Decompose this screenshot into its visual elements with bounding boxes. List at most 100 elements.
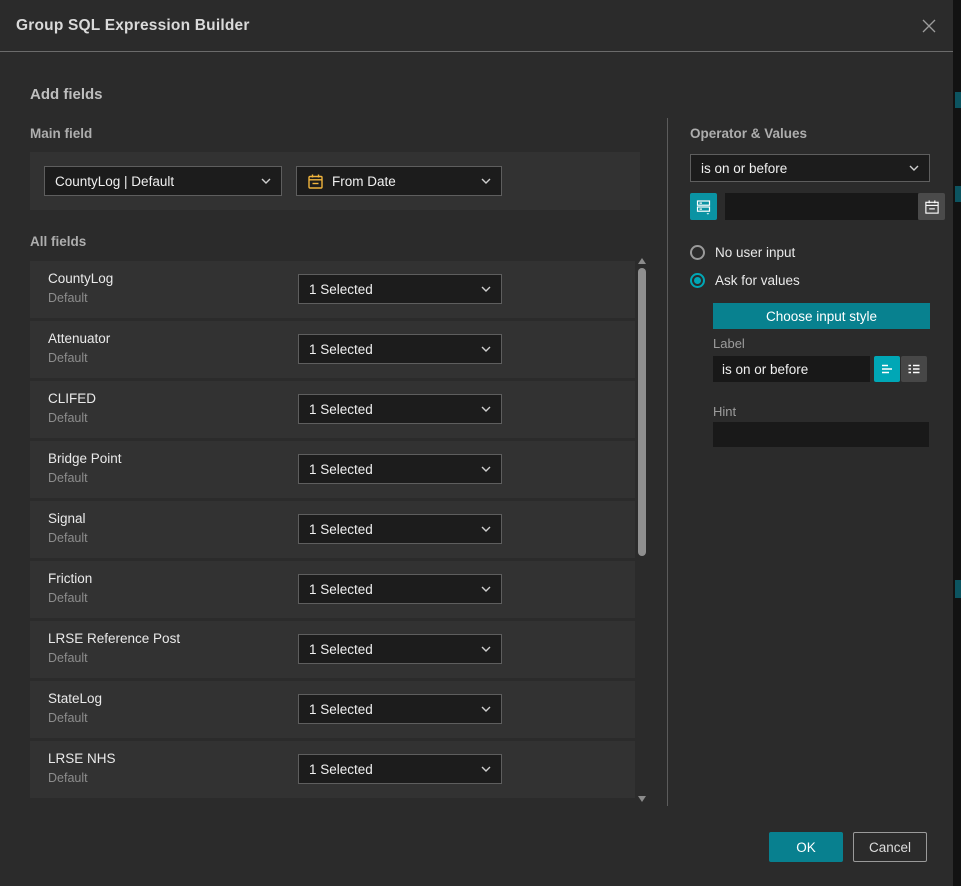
field-name: LRSE NHS: [48, 751, 116, 766]
field-subtitle: Default: [48, 291, 88, 305]
chevron-down-icon: [481, 178, 491, 184]
field-row: Friction Default 1 Selected: [30, 561, 635, 618]
chevron-down-icon: [481, 406, 491, 412]
value-source-stack-icon: [695, 198, 712, 215]
chevron-down-icon: [481, 526, 491, 532]
multi-value-style-toggle[interactable]: [901, 356, 927, 382]
field-name: CountyLog: [48, 271, 113, 286]
field-row: LRSE NHS Default 1 Selected: [30, 741, 635, 798]
chevron-down-icon: [481, 346, 491, 352]
choose-input-style-button[interactable]: Choose input style: [713, 303, 930, 329]
main-field-source-value: CountyLog | Default: [55, 174, 253, 189]
background-fragment: [955, 92, 961, 108]
calendar-icon: [924, 199, 940, 215]
field-name: CLIFED: [48, 391, 96, 406]
radio-checked-icon: [690, 273, 705, 288]
field-name: Friction: [48, 571, 92, 586]
main-field-field-select[interactable]: From Date: [296, 166, 502, 196]
label-input[interactable]: [713, 356, 870, 382]
radio-no-user-input-label: No user input: [715, 245, 795, 260]
label-row: [713, 356, 930, 382]
field-row: Signal Default 1 Selected: [30, 501, 635, 558]
ok-button[interactable]: OK: [769, 832, 843, 862]
value-input[interactable]: [725, 193, 918, 220]
value-source-button[interactable]: [690, 193, 717, 220]
chevron-down-icon: [481, 586, 491, 592]
operator-value: is on or before: [701, 161, 901, 176]
radio-icon: [690, 245, 705, 260]
field-row: Attenuator Default 1 Selected: [30, 321, 635, 378]
main-field-field-value: From Date: [332, 174, 473, 189]
field-selection-select[interactable]: 1 Selected: [298, 754, 502, 784]
field-selection-select[interactable]: 1 Selected: [298, 634, 502, 664]
operator-select[interactable]: is on or before: [690, 154, 930, 182]
field-row: LRSE Reference Post Default 1 Selected: [30, 621, 635, 678]
value-calendar-button[interactable]: [918, 193, 945, 220]
field-selection-value: 1 Selected: [309, 342, 473, 357]
scroll-up-arrow-icon[interactable]: [638, 258, 646, 264]
main-field-source-select[interactable]: CountyLog | Default: [44, 166, 282, 196]
field-selection-value: 1 Selected: [309, 522, 473, 537]
chevron-down-icon: [261, 178, 271, 184]
chevron-down-icon: [909, 165, 919, 171]
group-sql-expression-builder-dialog: Group SQL Expression Builder Add fields …: [0, 0, 953, 886]
all-fields-list: CountyLog Default 1 Selected Attenuator …: [30, 261, 635, 798]
close-button[interactable]: [917, 14, 941, 38]
value-row: [690, 193, 930, 220]
field-subtitle: Default: [48, 591, 88, 605]
field-row: CLIFED Default 1 Selected: [30, 381, 635, 438]
background-fragment: [955, 186, 961, 202]
close-icon: [921, 18, 937, 34]
field-name: StateLog: [48, 691, 102, 706]
field-subtitle: Default: [48, 531, 88, 545]
field-selection-select[interactable]: 1 Selected: [298, 454, 502, 484]
field-selection-value: 1 Selected: [309, 462, 473, 477]
chevron-down-icon: [481, 466, 491, 472]
panel-divider: [667, 118, 668, 806]
field-selection-select[interactable]: 1 Selected: [298, 394, 502, 424]
add-fields-heading: Add fields: [30, 86, 103, 103]
label-field-label: Label: [713, 336, 745, 351]
field-name: Bridge Point: [48, 451, 122, 466]
field-subtitle: Default: [48, 411, 88, 425]
multi-value-list-icon: [906, 361, 922, 377]
field-selection-select[interactable]: 1 Selected: [298, 334, 502, 364]
scrollbar-thumb[interactable]: [638, 268, 646, 556]
single-value-style-toggle[interactable]: [874, 356, 900, 382]
chevron-down-icon: [481, 286, 491, 292]
chevron-down-icon: [481, 766, 491, 772]
hint-field-label: Hint: [713, 404, 736, 419]
field-subtitle: Default: [48, 771, 88, 785]
main-field-label: Main field: [30, 126, 92, 141]
field-row: Bridge Point Default 1 Selected: [30, 441, 635, 498]
field-selection-select[interactable]: 1 Selected: [298, 514, 502, 544]
field-subtitle: Default: [48, 471, 88, 485]
chevron-down-icon: [481, 706, 491, 712]
field-subtitle: Default: [48, 651, 88, 665]
field-selection-value: 1 Selected: [309, 402, 473, 417]
field-selection-select[interactable]: 1 Selected: [298, 274, 502, 304]
field-selection-value: 1 Selected: [309, 762, 473, 777]
scroll-down-arrow-icon[interactable]: [638, 796, 646, 802]
cancel-button[interactable]: Cancel: [853, 832, 927, 862]
field-selection-value: 1 Selected: [309, 702, 473, 717]
field-name: Attenuator: [48, 331, 110, 346]
fields-list-scrollbar[interactable]: [637, 258, 648, 802]
field-selection-select[interactable]: 1 Selected: [298, 694, 502, 724]
field-row: CountyLog Default 1 Selected: [30, 261, 635, 318]
radio-ask-for-values-label: Ask for values: [715, 273, 800, 288]
field-selection-value: 1 Selected: [309, 282, 473, 297]
field-subtitle: Default: [48, 351, 88, 365]
hint-input[interactable]: [713, 422, 929, 447]
field-name: Signal: [48, 511, 86, 526]
field-selection-value: 1 Selected: [309, 582, 473, 597]
radio-no-user-input[interactable]: No user input: [690, 245, 795, 260]
radio-ask-for-values[interactable]: Ask for values: [690, 273, 800, 288]
background-fragment: [955, 580, 961, 598]
dialog-title: Group SQL Expression Builder: [16, 17, 250, 35]
operator-values-heading: Operator & Values: [690, 126, 807, 141]
field-selection-select[interactable]: 1 Selected: [298, 574, 502, 604]
dialog-header: Group SQL Expression Builder: [0, 0, 953, 52]
field-row: StateLog Default 1 Selected: [30, 681, 635, 738]
field-subtitle: Default: [48, 711, 88, 725]
